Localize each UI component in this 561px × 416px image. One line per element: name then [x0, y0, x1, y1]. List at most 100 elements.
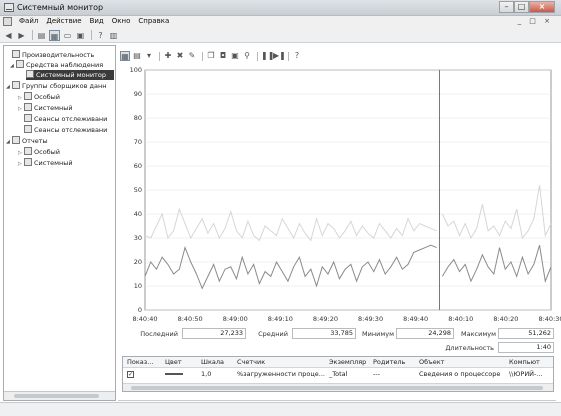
x-tick-label: 8:49:30 — [358, 315, 384, 323]
menu-window[interactable]: Окно — [108, 16, 135, 28]
average-value: 33,785 — [292, 328, 356, 339]
performance-graph[interactable]: 100 90 80 70 60 50 40 30 20 10 0 8:40:40 8:40:50 8:4… — [120, 64, 561, 323]
freeze-display-icon[interactable]: ❚❚ — [261, 51, 274, 61]
view-log-data-icon[interactable]: ▤ — [132, 51, 142, 61]
tree-item-system-monitor[interactable]: Системный монитор — [26, 70, 114, 80]
table-horizontal-scrollbar[interactable] — [123, 383, 553, 391]
child-window-controls[interactable]: _ □ × — [518, 17, 553, 25]
tree-item-reports-system[interactable]: ▷ Системный — [18, 158, 73, 168]
folder-icon — [24, 147, 32, 155]
tree-item-data-collector-sets[interactable]: ◢ Группы сборщиков данн — [6, 81, 106, 91]
system-monitor-icon — [26, 70, 34, 78]
y-tick-label: 80 — [133, 114, 142, 122]
counter-cell: %загруженности проце... — [237, 370, 325, 378]
monitoring-tools-icon — [16, 60, 24, 68]
x-tick-label: 8:40:20 — [493, 315, 519, 323]
tree-item-monitoring-tools[interactable]: ◢ Средства наблюдения — [10, 60, 103, 70]
console-tree-icon[interactable]: ▦ — [49, 29, 60, 41]
toolbar-separator — [159, 51, 160, 61]
column-header-scale[interactable]: Шкала — [201, 358, 231, 367]
add-counter-icon[interactable]: ✚ — [163, 51, 173, 61]
performance-icon — [12, 50, 20, 58]
scale-cell: 1,0 — [201, 370, 212, 378]
highlight-icon[interactable]: ✎ — [187, 51, 197, 61]
tree-item-system[interactable]: ▷ Системный — [18, 103, 73, 113]
paste-counter-list-icon[interactable]: ◘ — [218, 51, 228, 61]
minimum-label: Минимум — [362, 330, 394, 338]
scrollbar-thumb[interactable] — [14, 394, 99, 398]
y-tick-label: 10 — [133, 282, 142, 290]
last-label: Последний — [140, 330, 178, 338]
reports-icon — [12, 136, 20, 144]
color-swatch — [165, 373, 183, 375]
tree-item-label: Системный — [34, 104, 73, 112]
x-tick-label: 8:49:00 — [222, 315, 248, 323]
tree-horizontal-scrollbar[interactable] — [4, 391, 115, 400]
column-header-show[interactable]: Показ... — [127, 358, 161, 367]
tree-item-label: Сеансы отслеживани — [34, 115, 108, 123]
change-graph-type-icon[interactable]: ▾ — [144, 51, 154, 61]
maximum-label: Максимум — [461, 330, 496, 338]
properties-icon[interactable]: ▣ — [230, 51, 240, 61]
y-tick-label: 90 — [133, 90, 142, 98]
column-header-object[interactable]: Объект — [419, 358, 503, 367]
show-checkbox[interactable]: ✓ — [127, 371, 134, 378]
window-controls: – □ × — [499, 1, 555, 13]
copy-properties-icon[interactable]: ❐ — [206, 51, 216, 61]
update-data-icon[interactable]: ▶❚ — [273, 51, 286, 61]
minimize-button[interactable]: – — [499, 1, 514, 13]
help-icon[interactable]: ? — [95, 30, 106, 41]
menu-view[interactable]: Вид — [86, 16, 108, 28]
tree-item-label: Отчеты — [22, 137, 48, 145]
mmc-document-icon[interactable] — [3, 17, 12, 26]
column-header-instance[interactable]: Экземпляр — [329, 358, 371, 367]
tree-item-event-trace-sessions[interactable]: Сеансы отслеживани — [24, 114, 107, 124]
x-tick-label: 8:40:30 — [538, 315, 561, 323]
column-header-computer[interactable]: Компьют — [509, 358, 549, 367]
tree-item-label: Особый — [34, 148, 61, 156]
help-icon[interactable]: ? — [292, 51, 302, 61]
menu-help[interactable]: Справка — [134, 16, 173, 28]
toolbar-separator — [91, 30, 92, 40]
statistics-bar: Последний 27,233 Средний 33,785 Минимум … — [120, 328, 556, 340]
tree-item-startup-trace-sessions[interactable]: Сеансы отслеживани — [24, 125, 107, 135]
properties-icon[interactable]: ▭ — [62, 30, 73, 41]
y-tick-label: 20 — [133, 258, 142, 266]
export-icon[interactable]: ▣ — [75, 30, 86, 41]
tree-item-label: Средства наблюдения — [26, 61, 104, 69]
show-hide-icon[interactable]: ▥ — [108, 30, 119, 41]
menu-action[interactable]: Действие — [42, 16, 85, 28]
tree-item-user-defined[interactable]: ▷ Особый — [18, 92, 60, 102]
column-header-parent[interactable]: Родитель — [373, 358, 415, 367]
parent-cell: --- — [373, 370, 381, 378]
average-label: Средний — [258, 330, 288, 338]
view-current-activity-icon[interactable]: ▦ — [120, 51, 130, 61]
back-icon[interactable]: ◀ — [3, 30, 14, 41]
delete-counter-icon[interactable]: ✖ — [175, 51, 185, 61]
duration-bar: Длительность 1:40 — [120, 342, 556, 354]
graph-canvas — [144, 69, 552, 311]
y-tick-label: 0 — [137, 306, 142, 314]
tree-item-label: Системный монитор — [36, 71, 106, 79]
tree-item-reports[interactable]: ◢ Отчеты — [6, 136, 48, 146]
pane-divider — [118, 400, 556, 401]
menu-file[interactable]: Файл — [15, 16, 42, 28]
column-header-counter[interactable]: Счетчик — [237, 358, 327, 367]
forward-icon[interactable]: ▶ — [16, 30, 27, 41]
maximum-value: 51,262 — [498, 328, 554, 339]
zoom-icon[interactable]: ⚲ — [242, 51, 252, 61]
tree-item-performance[interactable]: Производительность — [6, 50, 94, 60]
y-tick-label: 60 — [133, 162, 142, 170]
system-monitor-app-icon — [4, 3, 14, 12]
up-icon[interactable]: ▤ — [36, 30, 47, 41]
close-button[interactable]: × — [529, 1, 555, 13]
tree-item-reports-user-defined[interactable]: ▷ Особый — [18, 147, 60, 157]
graph-toolbar: ▦ ▤ ▾ ✚ ✖ ✎ ❐ ◘ ▣ ⚲ ❚❚ ▶❚ ? — [118, 50, 556, 62]
folder-icon — [24, 125, 32, 133]
table-row[interactable]: ✓ 1,0 %загруженности проце... _Total ---… — [123, 369, 553, 380]
column-header-color[interactable]: Цвет — [165, 358, 195, 367]
maximize-button[interactable]: □ — [514, 1, 529, 13]
scrollbar-thumb[interactable] — [131, 386, 543, 390]
collector-sets-icon — [12, 81, 20, 89]
console-tree: Производительность ◢ Средства наблюдения … — [3, 45, 116, 401]
